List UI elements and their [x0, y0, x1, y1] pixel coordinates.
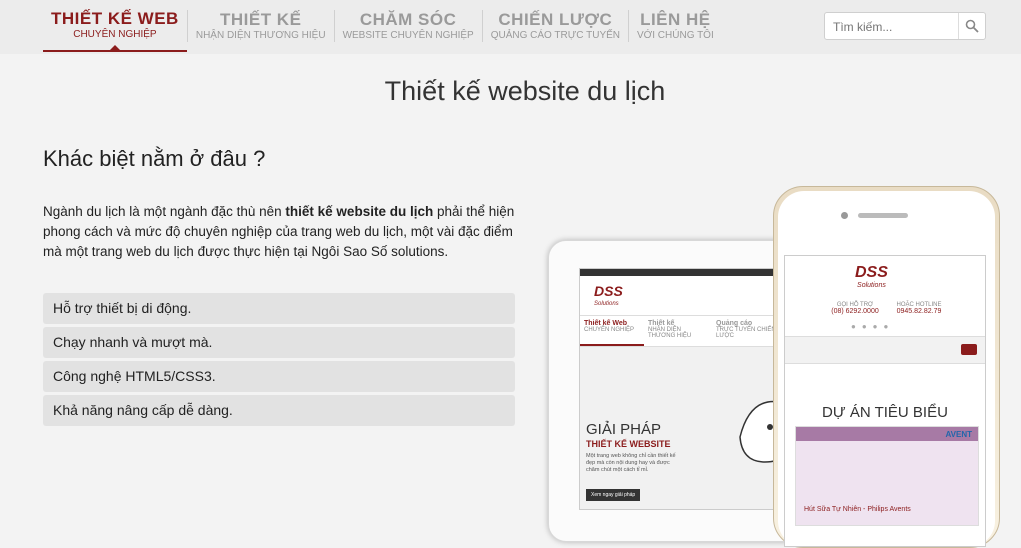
logo-subtext: Solutions [857, 282, 886, 289]
social-icons: ●●●● [851, 322, 895, 331]
intro-text-bold: thiết kế website du lịch [285, 204, 434, 219]
intro-paragraph: Ngành du lịch là một ngành đặc thù nên t… [43, 202, 518, 262]
tablet-nav-sub: TRỰC TUYẾN CHIẾN LƯỢC [716, 327, 776, 339]
feature-item: Hỗ trợ thiết bị di động. [43, 293, 515, 324]
nav-item-website-care[interactable]: CHĂM SÓC WEBSITE CHUYÊN NGHIỆP [335, 0, 482, 52]
feature-item: Công nghệ HTML5/CSS3. [43, 361, 515, 392]
tablet-nav-sub: CHUYÊN NGHIỆP [584, 327, 635, 333]
speaker-icon [858, 213, 908, 218]
nav-item-ad-strategy[interactable]: CHIẾN LƯỢC QUẢNG CÁO TRỰC TUYẾN [483, 0, 628, 52]
contact-value: 0945.82.82.79 [896, 308, 942, 315]
phone-section-title: DỰ ÁN TIÊU BIỂU [822, 404, 948, 421]
tablet-logo: DSS Solutions [594, 283, 623, 307]
feature-list: Hỗ trợ thiết bị di động. Chạy nhanh và m… [43, 293, 515, 429]
tablet-nav-item: Thiết kế Web CHUYÊN NGHIỆP [580, 316, 644, 346]
tablet-nav-sub: NHẬN DIỆN THƯƠNG HIỆU [648, 327, 692, 339]
camera-icon [841, 212, 848, 219]
tablet-nav-item: Thiết kế NHẬN DIỆN THƯƠNG HIỆU [644, 316, 712, 346]
tablet-nav-title: Quảng cáo [716, 320, 753, 327]
nav-item-title: THIẾT KẾ [219, 10, 302, 29]
feature-item: Chạy nhanh và mượt mà. [43, 327, 515, 358]
nav-item-subtitle: WEBSITE CHUYÊN NGHIỆP [342, 30, 474, 41]
nav-item-title: LIÊN HỆ [640, 10, 711, 29]
nav-item-title: THIẾT KẾ WEB [51, 9, 179, 28]
nav-item-subtitle: CHUYÊN NGHIỆP [73, 29, 157, 40]
nav-item-subtitle: NHẬN DIỆN THƯƠNG HIỆU [195, 30, 326, 41]
tablet-body: Một trang web không chỉ cần thiết kế đẹp… [586, 453, 676, 473]
nav-item-title: CHIẾN LƯỢC [498, 10, 613, 29]
top-navigation-bar: THIẾT KẾ WEB CHUYÊN NGHIỆP THIẾT KẾ NHẬN… [0, 0, 1021, 54]
tablet-nav-title: Thiết kế [648, 320, 675, 327]
thumbnail-brand: AVENT [945, 430, 972, 439]
phone-project-thumbnail: AVENT Hút Sữa Tự Nhiên - Philips Avents [795, 426, 979, 526]
project-caption: Hút Sữa Tự Nhiên - Philips Avents [804, 506, 911, 513]
tablet-nav-title: Thiết kế Web [584, 320, 628, 327]
search-icon [965, 19, 979, 33]
nav-item-web-design[interactable]: THIẾT KẾ WEB CHUYÊN NGHIỆP [43, 0, 187, 52]
logo-subtext: Solutions [594, 301, 619, 307]
search-input[interactable] [831, 17, 959, 37]
menu-icon [961, 344, 977, 355]
phone-logo: DSS Solutions [855, 264, 888, 289]
tablet-nav-item: Quảng cáo TRỰC TUYẾN CHIẾN LƯỢC [712, 316, 780, 346]
phone-menu-bar [785, 336, 985, 364]
nav-item-subtitle: QUẢNG CÁO TRỰC TUYẾN [490, 30, 620, 41]
logo-text: DSS [594, 283, 623, 299]
tablet-headline: GIẢI PHÁP [586, 421, 662, 438]
nav-item-brand-identity[interactable]: THIẾT KẾ NHẬN DIỆN THƯƠNG HIỆU [188, 0, 334, 52]
nav-item-contact[interactable]: LIÊN HỆ VỚI CHÚNG TÔI [629, 0, 722, 52]
page-title: Thiết kế website du lịch [384, 76, 666, 106]
nav-item-subtitle: VỚI CHÚNG TÔI [637, 30, 714, 41]
phone-contact-2: HOẶC HOTLINE 0945.82.82.79 [889, 302, 949, 315]
logo-text: DSS [855, 264, 888, 281]
tablet-cta-button: Xem ngay giải pháp [586, 489, 641, 501]
phone-body: DSS Solutions GỌI HỖ TRỢ (08) 6292.0000 … [778, 191, 995, 547]
nav-item-title: CHĂM SÓC [359, 10, 457, 29]
intro-text-start: Ngành du lịch là một ngành đặc thù nên [43, 204, 286, 219]
phone-mockup-image: DSS Solutions GỌI HỖ TRỢ (08) 6292.0000 … [773, 186, 1000, 548]
phone-screen: DSS Solutions GỌI HỖ TRỢ (08) 6292.0000 … [784, 255, 986, 547]
tablet-subheadline: THIẾT KẾ WEBSITE [586, 439, 671, 449]
main-nav: THIẾT KẾ WEB CHUYÊN NGHIỆP THIẾT KẾ NHẬN… [43, 0, 722, 52]
section-heading: Khác biệt nằm ở đâu ? [43, 146, 266, 171]
contact-value: (08) 6292.0000 [831, 308, 879, 315]
phone-contact-1: GỌI HỖ TRỢ (08) 6292.0000 [825, 302, 885, 315]
search-box [824, 12, 986, 40]
search-button[interactable] [958, 13, 985, 39]
feature-item: Khả năng nâng cấp dễ dàng. [43, 395, 515, 426]
